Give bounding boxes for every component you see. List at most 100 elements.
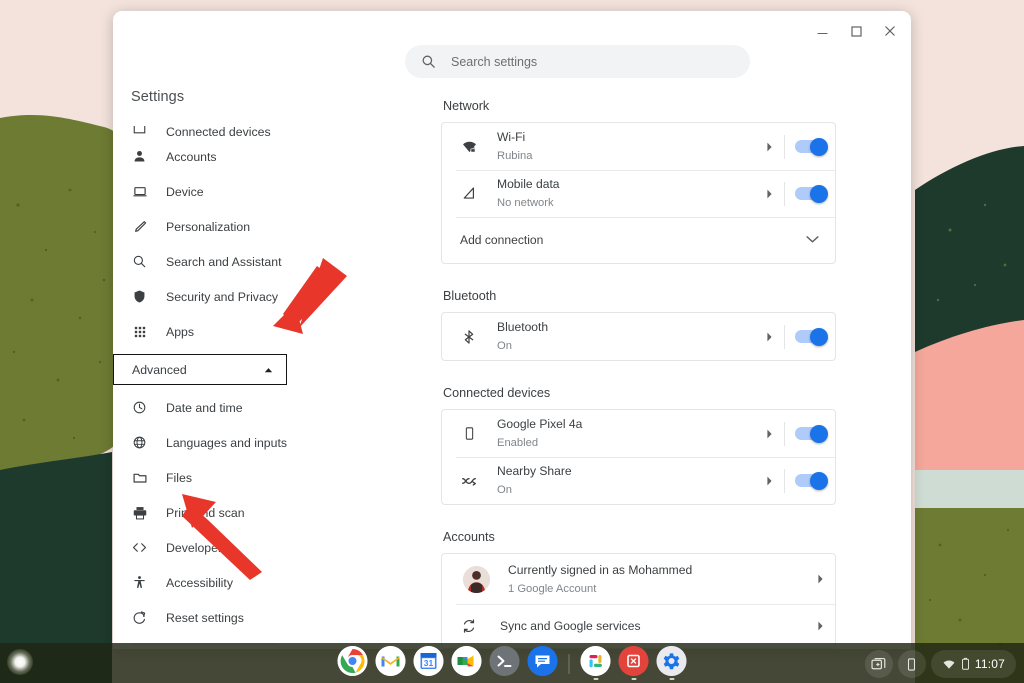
- chevron-right-icon[interactable]: [805, 574, 835, 584]
- sidebar-item-reset-settings[interactable]: Reset settings: [113, 600, 296, 635]
- sidebar-item-languages-and-inputs[interactable]: Languages and inputs: [113, 425, 296, 460]
- minimize-button[interactable]: [805, 19, 839, 43]
- network-card: Wi-Fi Rubina Mobile data No network: [441, 122, 836, 264]
- shelf-app-chrome[interactable]: [338, 646, 368, 681]
- reset-icon: [131, 609, 148, 626]
- desks-button[interactable]: [865, 650, 893, 678]
- section-title: Bluetooth: [443, 289, 836, 303]
- sidebar-item-connected-devices[interactable]: Connected devices: [113, 119, 296, 139]
- shelf-app-google-calendar[interactable]: 31: [414, 646, 444, 681]
- setting-row-texts: Bluetooth On: [482, 318, 754, 354]
- sidebar-item-label: Device: [166, 185, 204, 199]
- accounts-card: Currently signed in as Mohammed 1 Google…: [441, 553, 836, 649]
- chevron-right-icon[interactable]: [754, 476, 784, 486]
- sidebar-item-advanced[interactable]: Advanced: [113, 354, 287, 385]
- setting-row-title: Bluetooth: [497, 320, 548, 334]
- system-tray: 11:07: [865, 650, 1016, 678]
- running-indicator: [593, 678, 598, 681]
- setting-row-title: Nearby Share: [497, 464, 572, 478]
- chevron-right-icon[interactable]: [805, 621, 835, 631]
- slack-app-icon[interactable]: [581, 646, 611, 676]
- search-placeholder: Search settings: [451, 55, 537, 69]
- close-button[interactable]: [873, 19, 907, 43]
- avatar: [463, 566, 490, 593]
- clock-label: 11:07: [975, 657, 1005, 671]
- sidebar-item-apps[interactable]: Apps: [113, 314, 296, 349]
- setting-row-sync-and-google-services[interactable]: Sync and Google services: [442, 604, 835, 648]
- search-icon: [421, 54, 436, 69]
- shelf-app-google-meet[interactable]: [452, 646, 482, 681]
- shelf-app-terminal[interactable]: [490, 646, 520, 681]
- sidebar-item-accessibility[interactable]: Accessibility: [113, 565, 296, 600]
- setting-row-nearby-share[interactable]: Nearby Share On: [442, 457, 835, 504]
- shelf-app-screen-capture[interactable]: [619, 646, 649, 681]
- mobile-data-icon: [456, 185, 482, 202]
- maximize-button[interactable]: [839, 19, 873, 43]
- mobile-data-toggle[interactable]: [785, 187, 835, 200]
- status-area-button[interactable]: 11:07: [931, 650, 1016, 678]
- screen-capture-app-icon[interactable]: [619, 646, 649, 676]
- setting-row-title: Google Pixel 4a: [497, 417, 582, 431]
- setting-row-bluetooth[interactable]: Bluetooth On: [442, 313, 835, 360]
- chevron-up-icon[interactable]: [263, 363, 274, 377]
- running-indicator: [669, 678, 674, 681]
- chevron-right-icon[interactable]: [754, 429, 784, 439]
- setting-row-texts: Mobile data No network: [482, 175, 754, 211]
- shelf-app-list: 31: [338, 646, 687, 681]
- shelf-app-gmail[interactable]: [376, 646, 406, 681]
- sidebar-item-date-and-time[interactable]: Date and time: [113, 390, 296, 425]
- wifi-toggle[interactable]: [785, 140, 835, 153]
- google-chat-app-icon[interactable]: [528, 646, 558, 676]
- shelf-app-slack[interactable]: [581, 646, 611, 681]
- sidebar-item-accounts[interactable]: Accounts: [113, 139, 296, 174]
- maximize-icon: [851, 26, 862, 37]
- chevron-right-icon[interactable]: [754, 142, 784, 152]
- sidebar-item-personalization[interactable]: Personalization: [113, 209, 296, 244]
- add-connection-row[interactable]: Add connection: [442, 217, 835, 263]
- window-titlebar[interactable]: [113, 11, 911, 45]
- nearby-share-toggle[interactable]: [785, 474, 835, 487]
- sidebar-item-device[interactable]: Device: [113, 174, 296, 209]
- chevron-right-icon[interactable]: [754, 332, 784, 342]
- setting-row-subtitle: Rubina: [497, 150, 532, 162]
- chrome-app-icon[interactable]: [338, 646, 368, 676]
- google-calendar-app-icon[interactable]: 31: [414, 646, 444, 676]
- sidebar-item-label: Accounts: [166, 150, 217, 164]
- setting-row-signed-in-account[interactable]: Currently signed in as Mohammed 1 Google…: [442, 554, 835, 604]
- phone-hub-button[interactable]: [898, 650, 926, 678]
- running-indicator: [631, 678, 636, 681]
- setting-row-subtitle: On: [497, 340, 512, 352]
- google-pixel-4a-toggle[interactable]: [785, 427, 835, 440]
- launcher-button[interactable]: [7, 649, 33, 675]
- shelf-separator: [569, 654, 570, 674]
- chevron-down-icon[interactable]: [806, 231, 819, 249]
- sidebar-item-label: Languages and inputs: [166, 436, 287, 450]
- setting-row-mobile-data[interactable]: Mobile data No network: [442, 170, 835, 217]
- code-icon: [131, 539, 148, 556]
- setting-row-title: Wi-Fi: [497, 130, 525, 144]
- search-input[interactable]: Search settings: [405, 45, 750, 78]
- setting-row-texts: Wi-Fi Rubina: [482, 128, 754, 164]
- search-container: Search settings: [405, 45, 750, 78]
- person-icon: [131, 148, 148, 165]
- setting-row-texts: Currently signed in as Mohammed 1 Google…: [490, 561, 805, 597]
- settings-app-icon[interactable]: [657, 646, 687, 676]
- shelf-app-settings[interactable]: [657, 646, 687, 681]
- sidebar-item-files[interactable]: Files: [113, 460, 296, 495]
- setting-row-wifi[interactable]: Wi-Fi Rubina: [442, 123, 835, 170]
- terminal-app-icon[interactable]: [490, 646, 520, 676]
- sidebar-item-developers[interactable]: Developers: [113, 530, 296, 565]
- add-connection-label: Add connection: [460, 233, 806, 247]
- bluetooth-toggle[interactable]: [785, 330, 835, 343]
- sidebar-item-search-and-assistant[interactable]: Search and Assistant: [113, 244, 296, 279]
- sidebar-item-print-and-scan[interactable]: Print and scan: [113, 495, 296, 530]
- chevron-right-icon[interactable]: [754, 189, 784, 199]
- setting-row-google-pixel-4a[interactable]: Google Pixel 4a Enabled: [442, 410, 835, 457]
- phone-hub-icon: [904, 657, 919, 672]
- google-meet-app-icon[interactable]: [452, 646, 482, 676]
- shelf: 31: [0, 643, 1024, 683]
- shelf-app-google-chat[interactable]: [528, 646, 558, 681]
- sidebar-item-security-and-privacy[interactable]: Security and Privacy: [113, 279, 296, 314]
- gmail-app-icon[interactable]: [376, 646, 406, 676]
- sidebar-item-label: Connected devices: [166, 125, 271, 139]
